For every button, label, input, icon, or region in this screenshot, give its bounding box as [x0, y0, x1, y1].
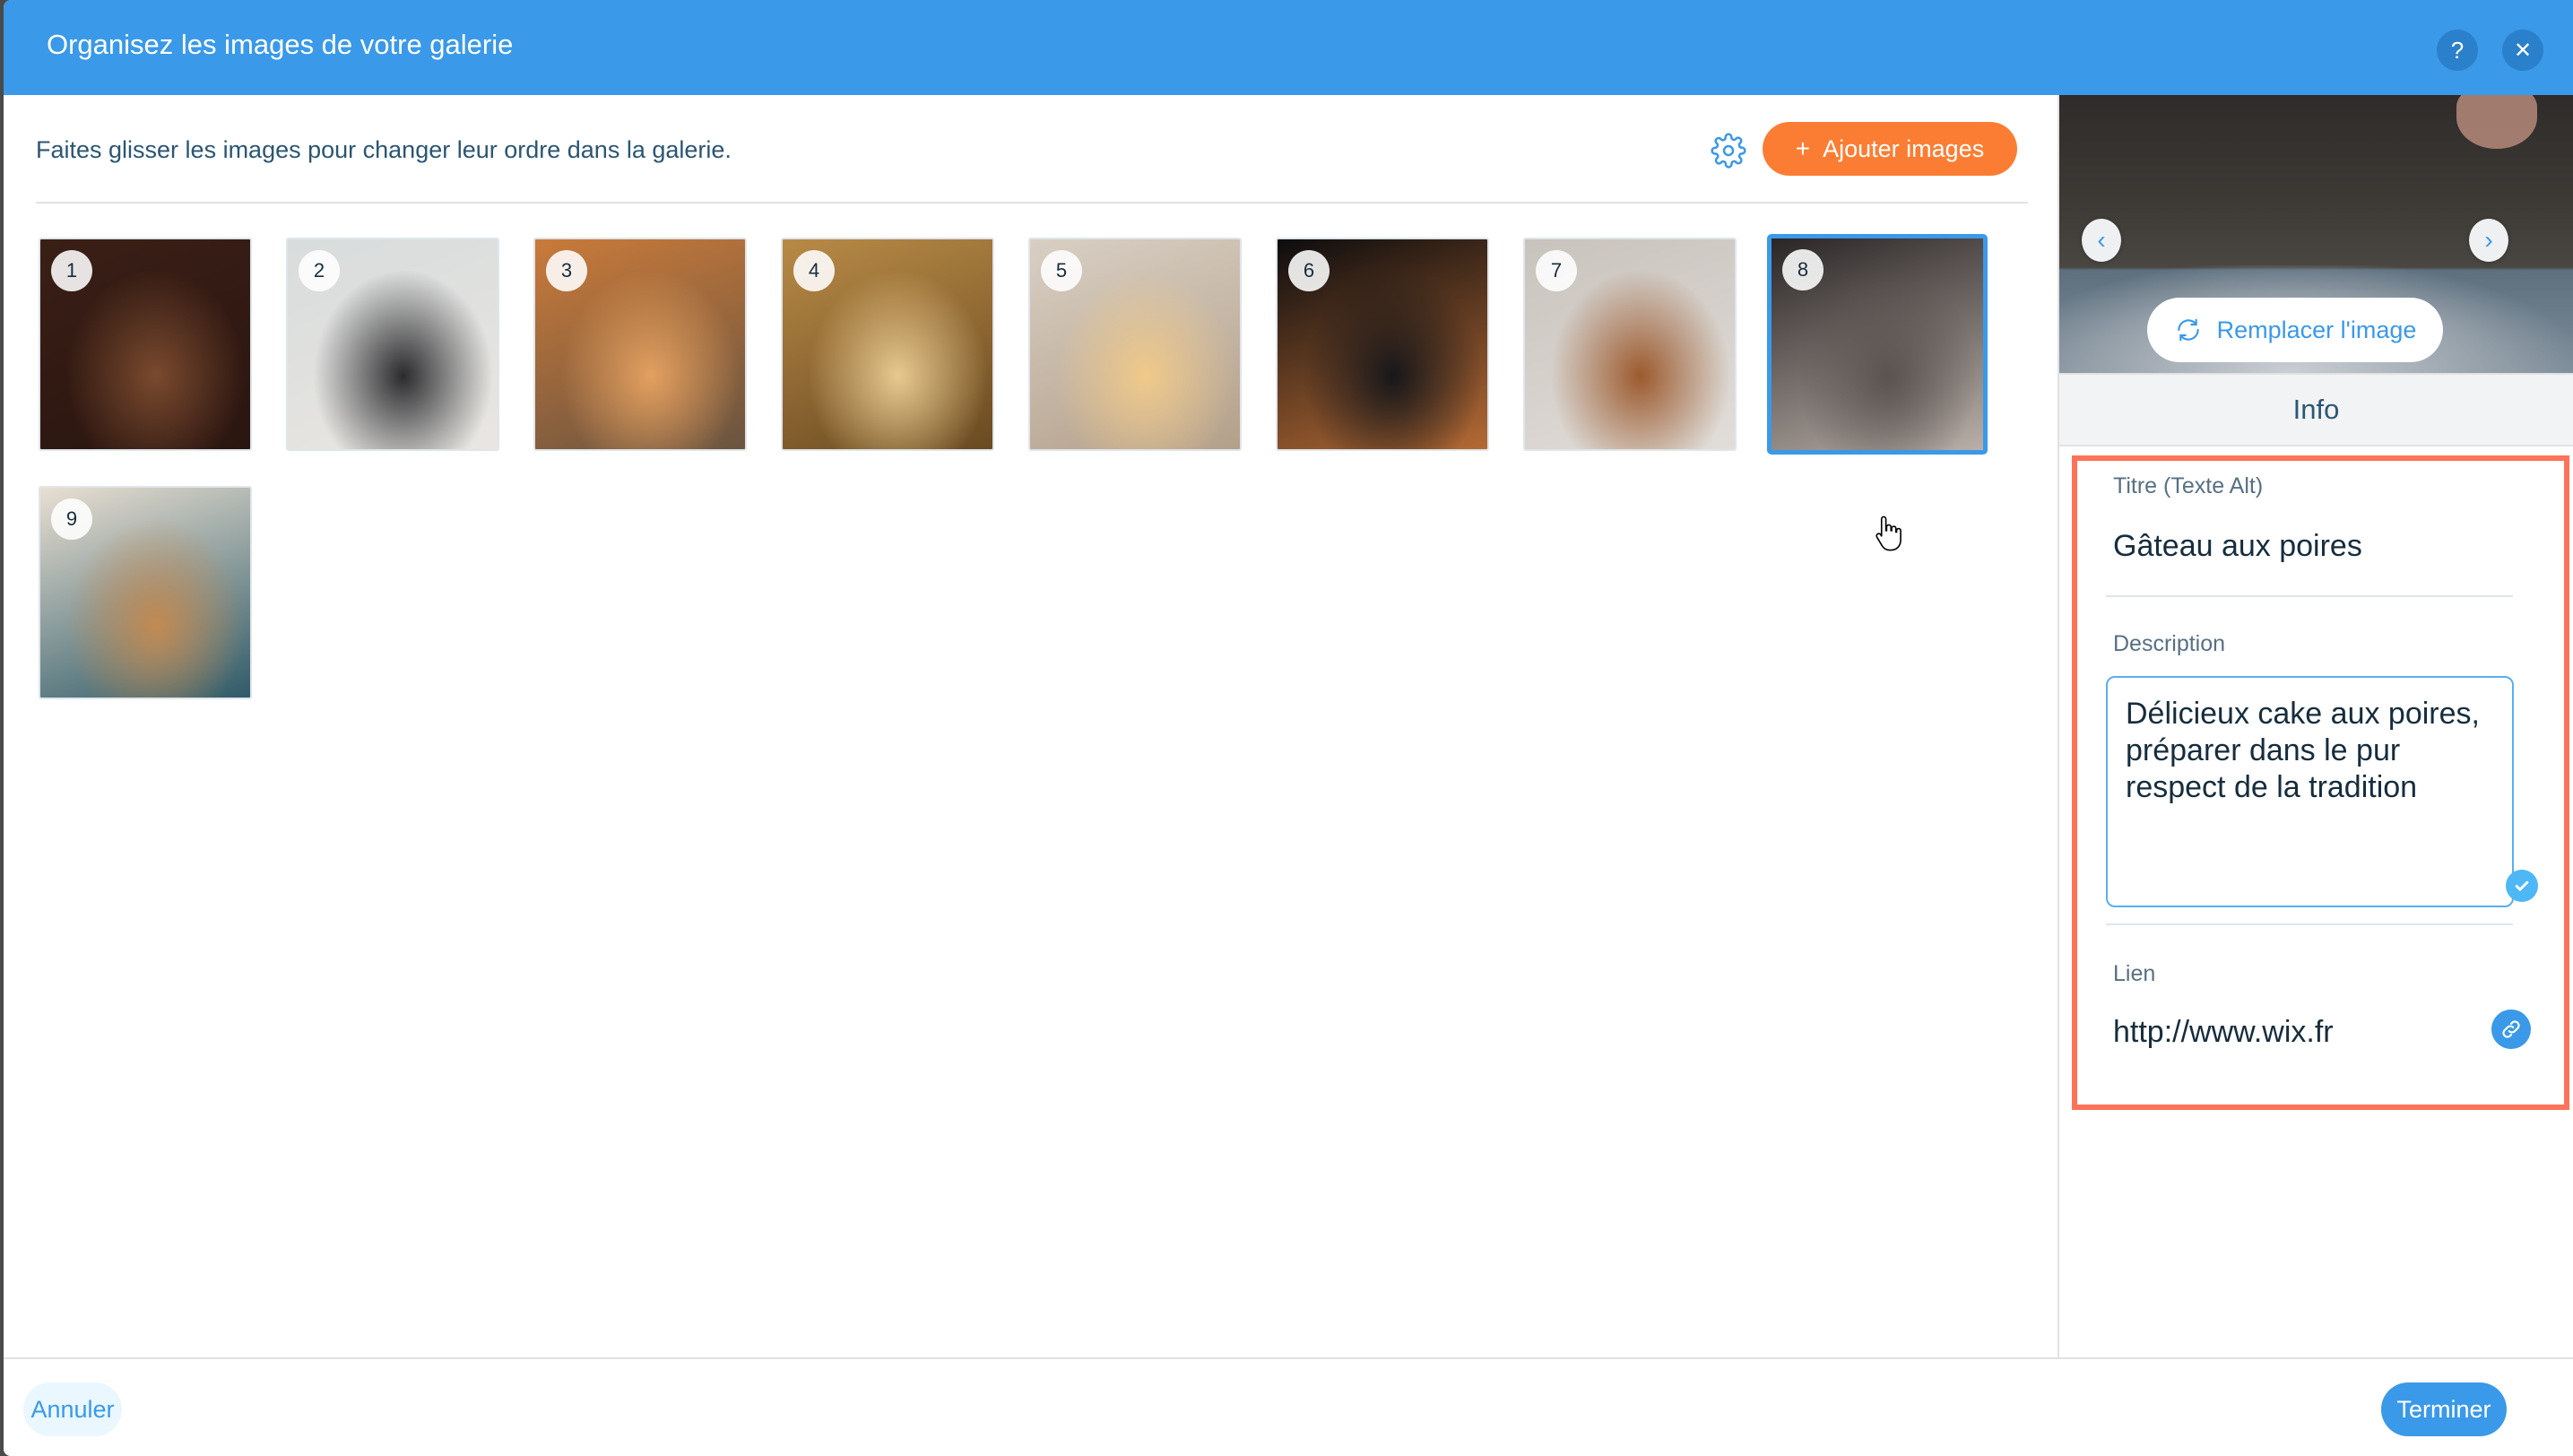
thumbnail-number-badge: 1 [51, 250, 92, 291]
thumbnail-number-badge: 8 [1782, 249, 1824, 290]
info-fields-highlight: Titre (Texte Alt) Gâteau aux poires Desc… [2072, 455, 2569, 1110]
gallery-thumbnail[interactable]: 3 [533, 238, 747, 451]
confirm-description-button[interactable] [2506, 870, 2538, 902]
link-field[interactable]: http://www.wix.fr [2113, 1015, 2334, 1050]
title-label: Titre (Texte Alt) [2113, 473, 2264, 498]
gallery-thumbnail[interactable]: 9 [39, 486, 252, 699]
divider [2106, 595, 2513, 597]
gear-icon [1711, 133, 1746, 169]
thumbnail-number-badge: 9 [51, 498, 92, 540]
refresh-icon [2177, 318, 2199, 342]
dialog-header: Organisez les images de votre galerie ? … [4, 0, 2573, 95]
dialog-footer: Annuler Terminer [4, 1357, 2573, 1456]
next-image-button[interactable]: › [2469, 219, 2508, 262]
description-text: Délicieux cake aux poires, préparer dans… [2126, 697, 2480, 804]
cancel-button[interactable]: Annuler [23, 1382, 122, 1436]
close-button[interactable]: ✕ [2502, 30, 2543, 71]
preview-hand [2456, 95, 2537, 149]
settings-button[interactable] [1711, 133, 1746, 169]
add-images-button[interactable]: + Ajouter images [1763, 122, 2017, 176]
thumbnail-number-badge: 6 [1288, 250, 1330, 291]
gallery-thumbnail[interactable]: 7 [1523, 238, 1737, 451]
link-label: Lien [2113, 961, 2156, 986]
link-icon [2502, 1020, 2520, 1038]
chevron-left-icon: ‹ [2097, 226, 2106, 254]
cancel-label: Annuler [30, 1395, 115, 1423]
gallery-panel: Faites glisser les images pour changer l… [4, 95, 2058, 1357]
dialog-title: Organisez les images de votre galerie [47, 29, 514, 60]
previous-image-button[interactable]: ‹ [2082, 219, 2121, 262]
thumbnail-number-badge: 3 [546, 250, 587, 291]
add-images-label: Ajouter images [1823, 134, 1985, 162]
tab-info[interactable]: Info [2059, 373, 2573, 446]
help-button[interactable]: ? [2437, 30, 2478, 71]
organize-gallery-dialog: Organisez les images de votre galerie ? … [4, 0, 2573, 1456]
thumbnail-number-badge: 7 [1536, 250, 1577, 291]
image-details-panel: ‹ › Remplacer l'image Info Titre (Texte … [2058, 95, 2573, 1357]
replace-image-button[interactable]: Remplacer l'image [2147, 298, 2443, 362]
divider [2106, 923, 2513, 925]
thumbnail-number-badge: 5 [1041, 250, 1082, 291]
gallery-thumbnail[interactable]: 2 [286, 238, 499, 451]
hand-cursor-icon [1876, 516, 1902, 551]
chevron-right-icon: › [2484, 226, 2493, 254]
gallery-thumbnail[interactable]: 8 [1767, 234, 1988, 455]
instruction-text: Faites glisser les images pour changer l… [36, 136, 732, 163]
thumbnail-number-badge: 2 [299, 250, 340, 291]
replace-image-label: Remplacer l'image [2216, 316, 2417, 343]
done-label: Terminer [2396, 1395, 2491, 1423]
gallery-thumbnail[interactable]: 4 [781, 238, 994, 451]
done-button[interactable]: Terminer [2381, 1382, 2507, 1436]
description-label: Description [2113, 631, 2226, 656]
checkmark-icon [2515, 880, 2529, 891]
thumbnail-number-badge: 4 [793, 250, 835, 291]
selected-image-preview: ‹ › Remplacer l'image [2059, 95, 2573, 373]
description-field[interactable]: Délicieux cake aux poires, préparer dans… [2106, 676, 2538, 907]
divider [36, 202, 2028, 204]
info-tab-label: Info [2292, 394, 2340, 425]
edit-link-button[interactable] [2491, 1010, 2531, 1049]
close-icon: ✕ [2513, 38, 2533, 63]
gallery-thumbnail[interactable]: 1 [39, 238, 252, 451]
title-field[interactable]: Gâteau aux poires [2113, 529, 2362, 564]
gallery-thumbnail[interactable]: 6 [1276, 238, 1489, 451]
help-icon: ? [2450, 36, 2465, 64]
plus-icon: + [1795, 134, 1811, 162]
gallery-thumbnail[interactable]: 5 [1028, 238, 1242, 451]
